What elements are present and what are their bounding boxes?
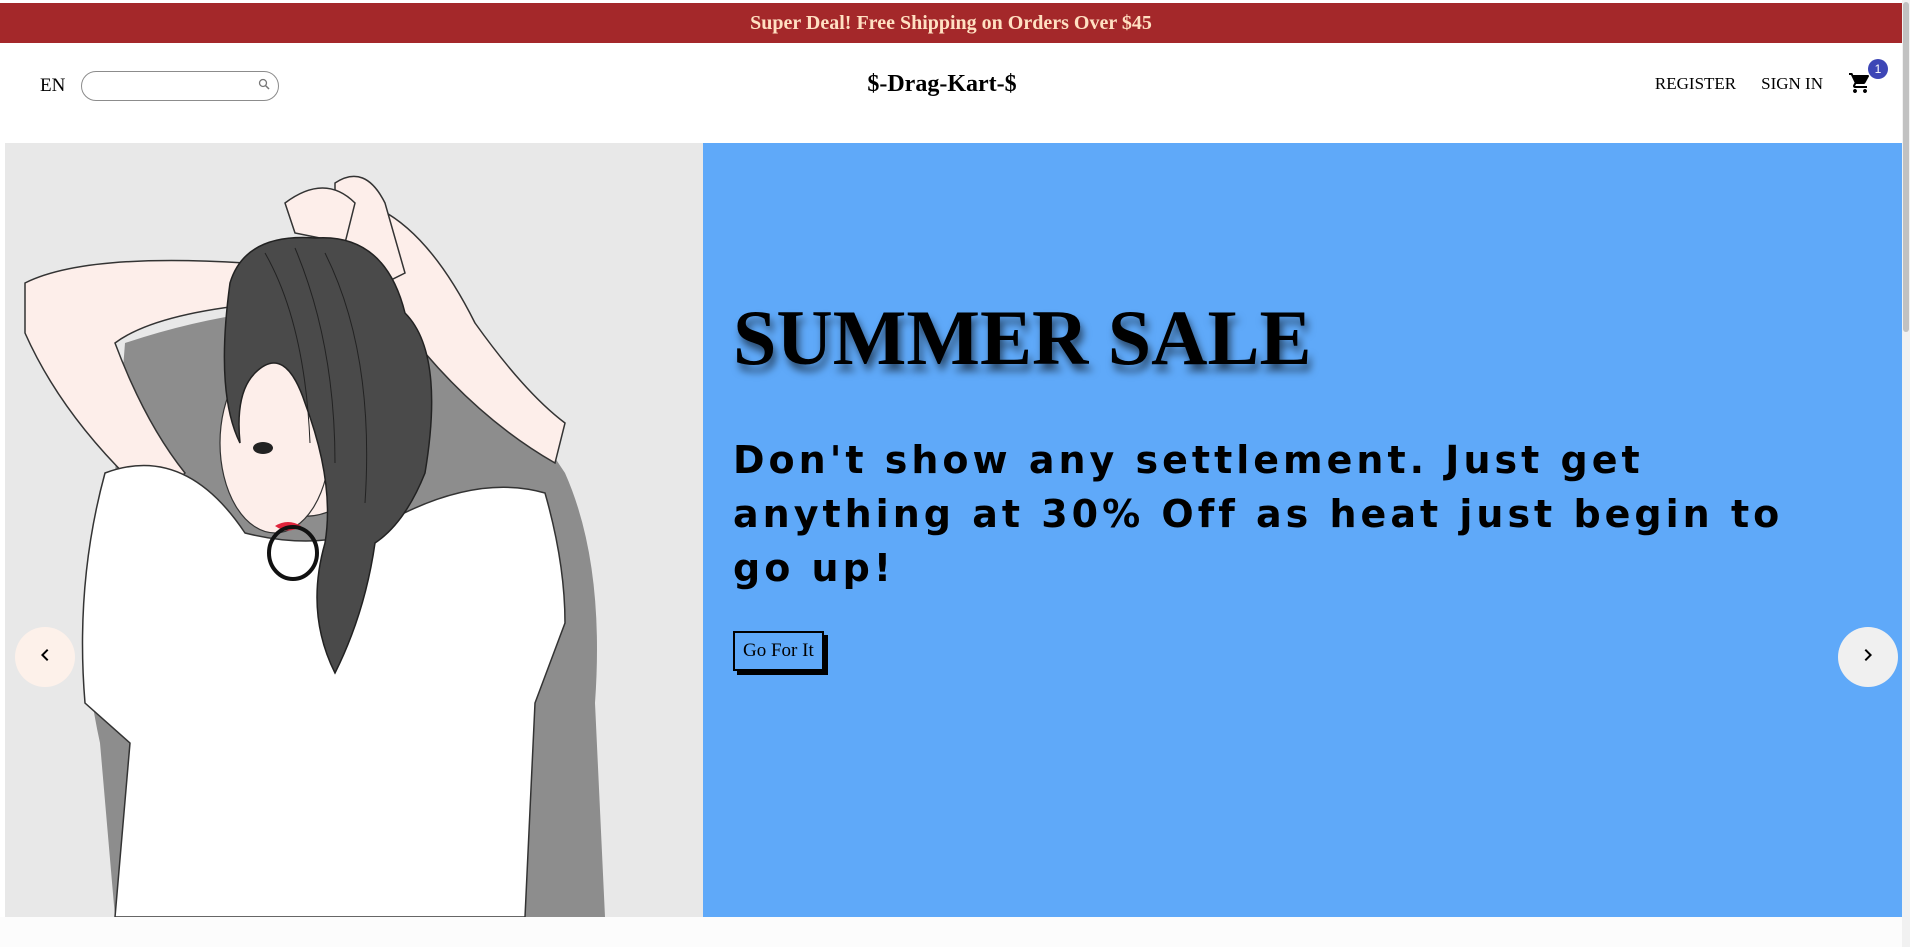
scrollbar-thumb[interactable] [1903,2,1909,332]
logo[interactable]: $-Drag-Kart-$ [867,71,1016,97]
sign-in-link[interactable]: SIGN IN [1761,74,1823,94]
slider-next-button[interactable] [1838,627,1898,687]
slide-image [5,143,703,917]
announcement-text: Super Deal! Free Shipping on Orders Over… [750,11,1152,34]
cart-button[interactable]: 1 [1848,59,1888,99]
navbar: EN $-Drag-Kart-$ REGISTER SIGN IN 1 [0,43,1902,143]
shopping-cart-icon [1848,73,1872,99]
search-container [81,71,280,101]
chevron-left-icon [33,643,57,672]
logo-container: $-Drag-Kart-$ [0,71,1884,98]
hero-slider: SUMMER SALE Don't show any settlement. J… [5,143,1902,917]
nav-left: EN [40,71,280,101]
go-for-it-button[interactable]: Go For It [733,631,824,671]
slider-prev-button[interactable] [15,627,75,687]
cart-badge: 1 [1868,59,1888,79]
search-icon[interactable] [258,77,270,95]
language-selector[interactable]: EN [40,75,65,97]
page-bottom [0,917,1902,947]
page-scrollbar[interactable] [1902,0,1910,947]
announcement-bar: Super Deal! Free Shipping on Orders Over… [0,3,1902,43]
chevron-right-icon [1856,643,1880,672]
slide-description: Don't show any settlement. Just get anyt… [733,438,1784,590]
slide-info: SUMMER SALE Don't show any settlement. J… [703,143,1902,917]
register-link[interactable]: REGISTER [1655,74,1736,94]
nav-right: REGISTER SIGN IN 1 [1630,59,1888,99]
slide-title: SUMMER SALE [733,294,1312,381]
search-input[interactable] [94,74,255,98]
woman-illustration-icon [5,143,703,917]
